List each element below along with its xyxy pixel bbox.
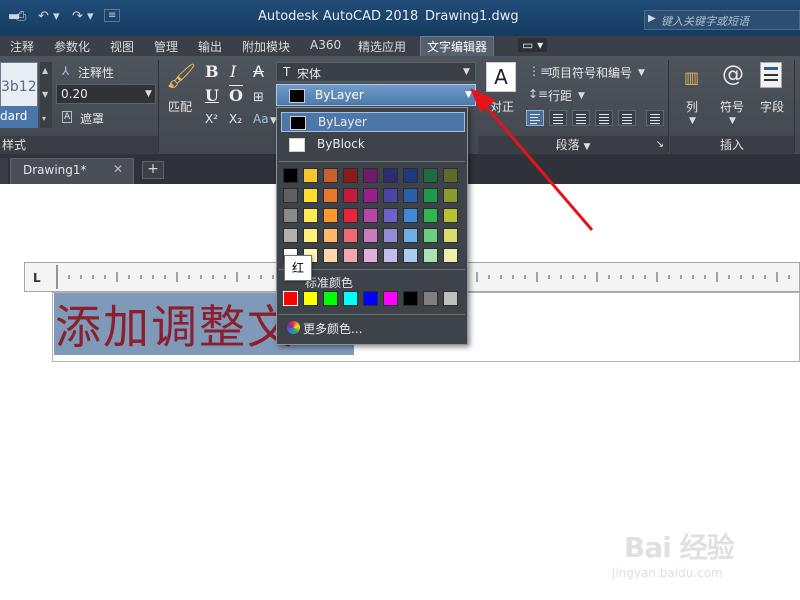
watermark-url: jingyan.baidu.com (612, 566, 723, 580)
annotation-arrow (470, 88, 594, 231)
baidu-watermark: Bai 经验 jingyan.baidu.com (612, 520, 782, 590)
watermark-brand: Bai 经验 (624, 531, 735, 564)
